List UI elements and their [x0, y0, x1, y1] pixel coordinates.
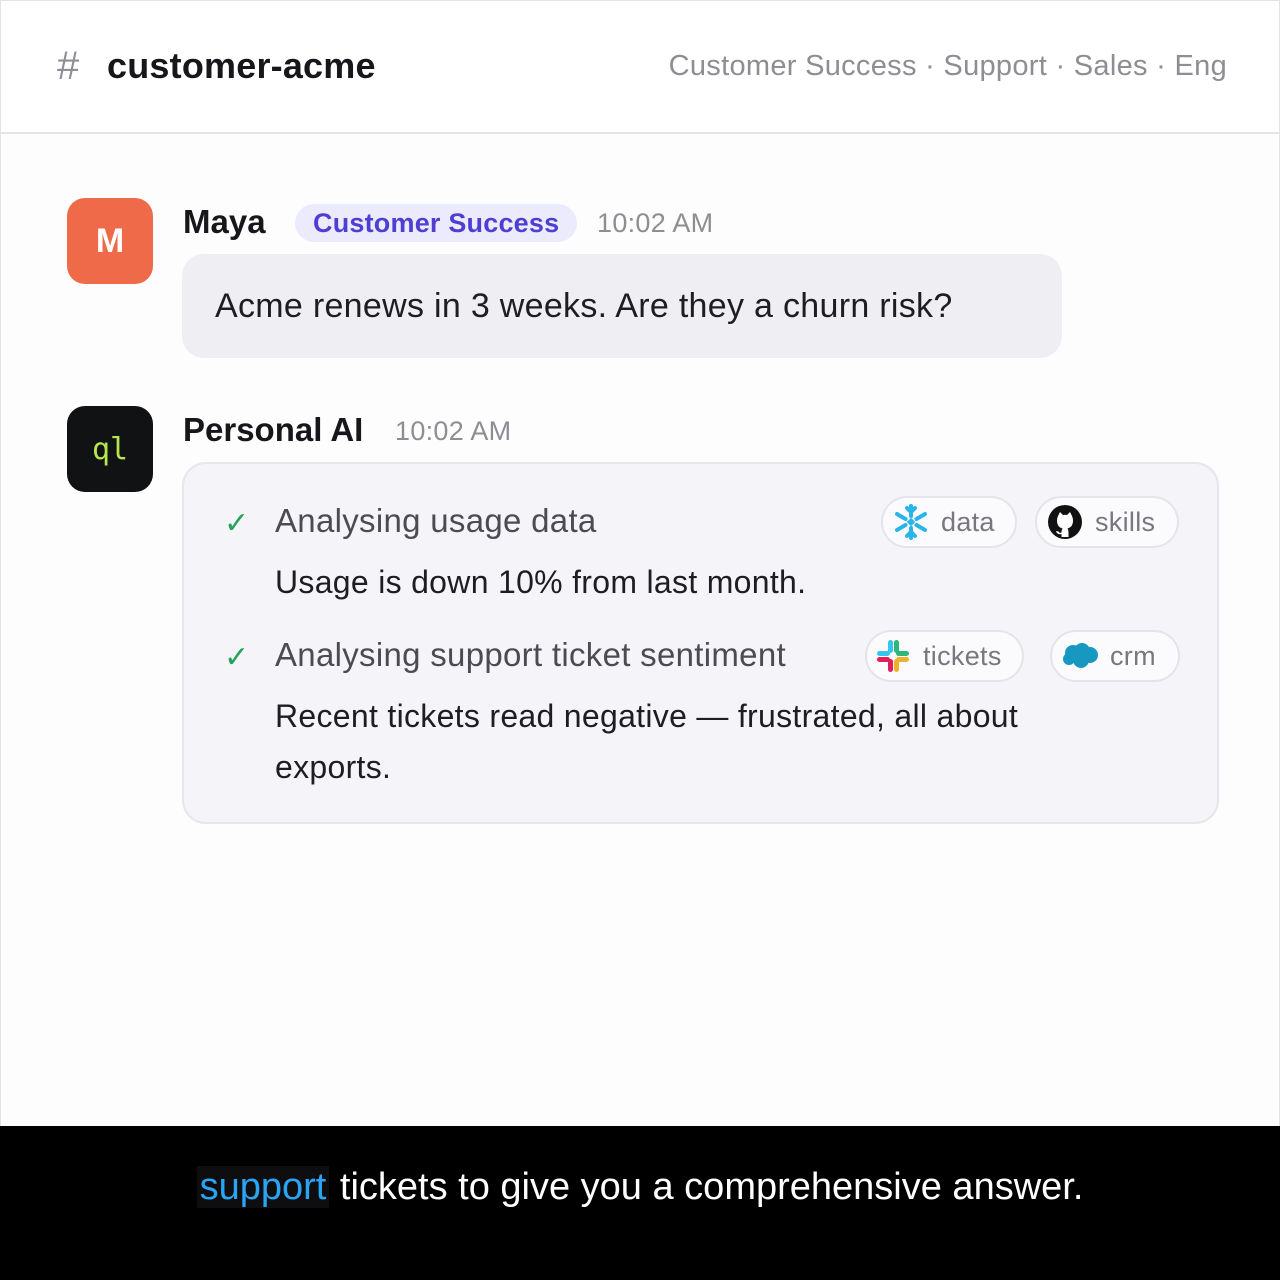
chat-window: # customer-acme Customer Success · Suppo…	[0, 0, 1280, 1126]
team-badge: Customer Success	[295, 204, 578, 242]
source-chip-skills[interactable]: skills	[1035, 496, 1180, 548]
channel-teams: Customer Success · Support · Sales · Eng	[668, 50, 1227, 82]
source-chip-data[interactable]: data	[881, 496, 1017, 548]
source-chip-tickets[interactable]: tickets	[865, 630, 1024, 682]
message-text: Acme renews in 3 weeks. Are they a churn…	[215, 286, 953, 325]
ai-response-card: ✓ Analysing usage data data skills Usage…	[182, 462, 1219, 824]
github-icon	[1045, 502, 1085, 542]
check-icon: ✓	[224, 507, 250, 540]
avatar-initial: M	[95, 221, 125, 260]
step-result-continued: exports.	[275, 749, 392, 785]
sender-name[interactable]: Maya	[183, 202, 266, 242]
step-result: Recent tickets read negative — frustrate…	[275, 698, 1019, 734]
chip-label: crm	[1110, 640, 1156, 671]
step-title: Analysing support ticket sentiment	[275, 636, 786, 673]
snowflake-icon	[891, 502, 931, 542]
chip-label: data	[941, 506, 995, 537]
message-timestamp: 10:02 AM	[597, 208, 714, 238]
channel-header: # customer-acme Customer Success · Suppo…	[1, 1, 1279, 134]
caption-highlight: support	[196, 1166, 330, 1208]
step-title: Analysing usage data	[275, 502, 597, 539]
channel-name[interactable]: customer-acme	[107, 44, 376, 88]
message-timestamp: 10:02 AM	[395, 416, 512, 446]
step-result: Usage is down 10% from last month.	[275, 564, 807, 600]
hash-icon: #	[57, 44, 80, 88]
chip-label: tickets	[923, 640, 1002, 671]
source-chip-crm[interactable]: crm	[1050, 630, 1180, 682]
salesforce-icon	[1060, 636, 1100, 676]
check-icon: ✓	[224, 641, 250, 674]
message-bubble: Acme renews in 3 weeks. Are they a churn…	[182, 254, 1062, 358]
chip-label: skills	[1095, 506, 1156, 537]
avatar-initial: ql	[91, 431, 129, 467]
video-caption: support tickets to give you a comprehens…	[0, 1163, 1280, 1211]
caption-text: tickets to give you a comprehensive answ…	[329, 1166, 1084, 1208]
slack-icon	[873, 636, 913, 676]
sender-name[interactable]: Personal AI	[183, 410, 363, 450]
avatar-personal-ai[interactable]: ql	[67, 406, 153, 492]
avatar-maya[interactable]: M	[67, 198, 153, 284]
